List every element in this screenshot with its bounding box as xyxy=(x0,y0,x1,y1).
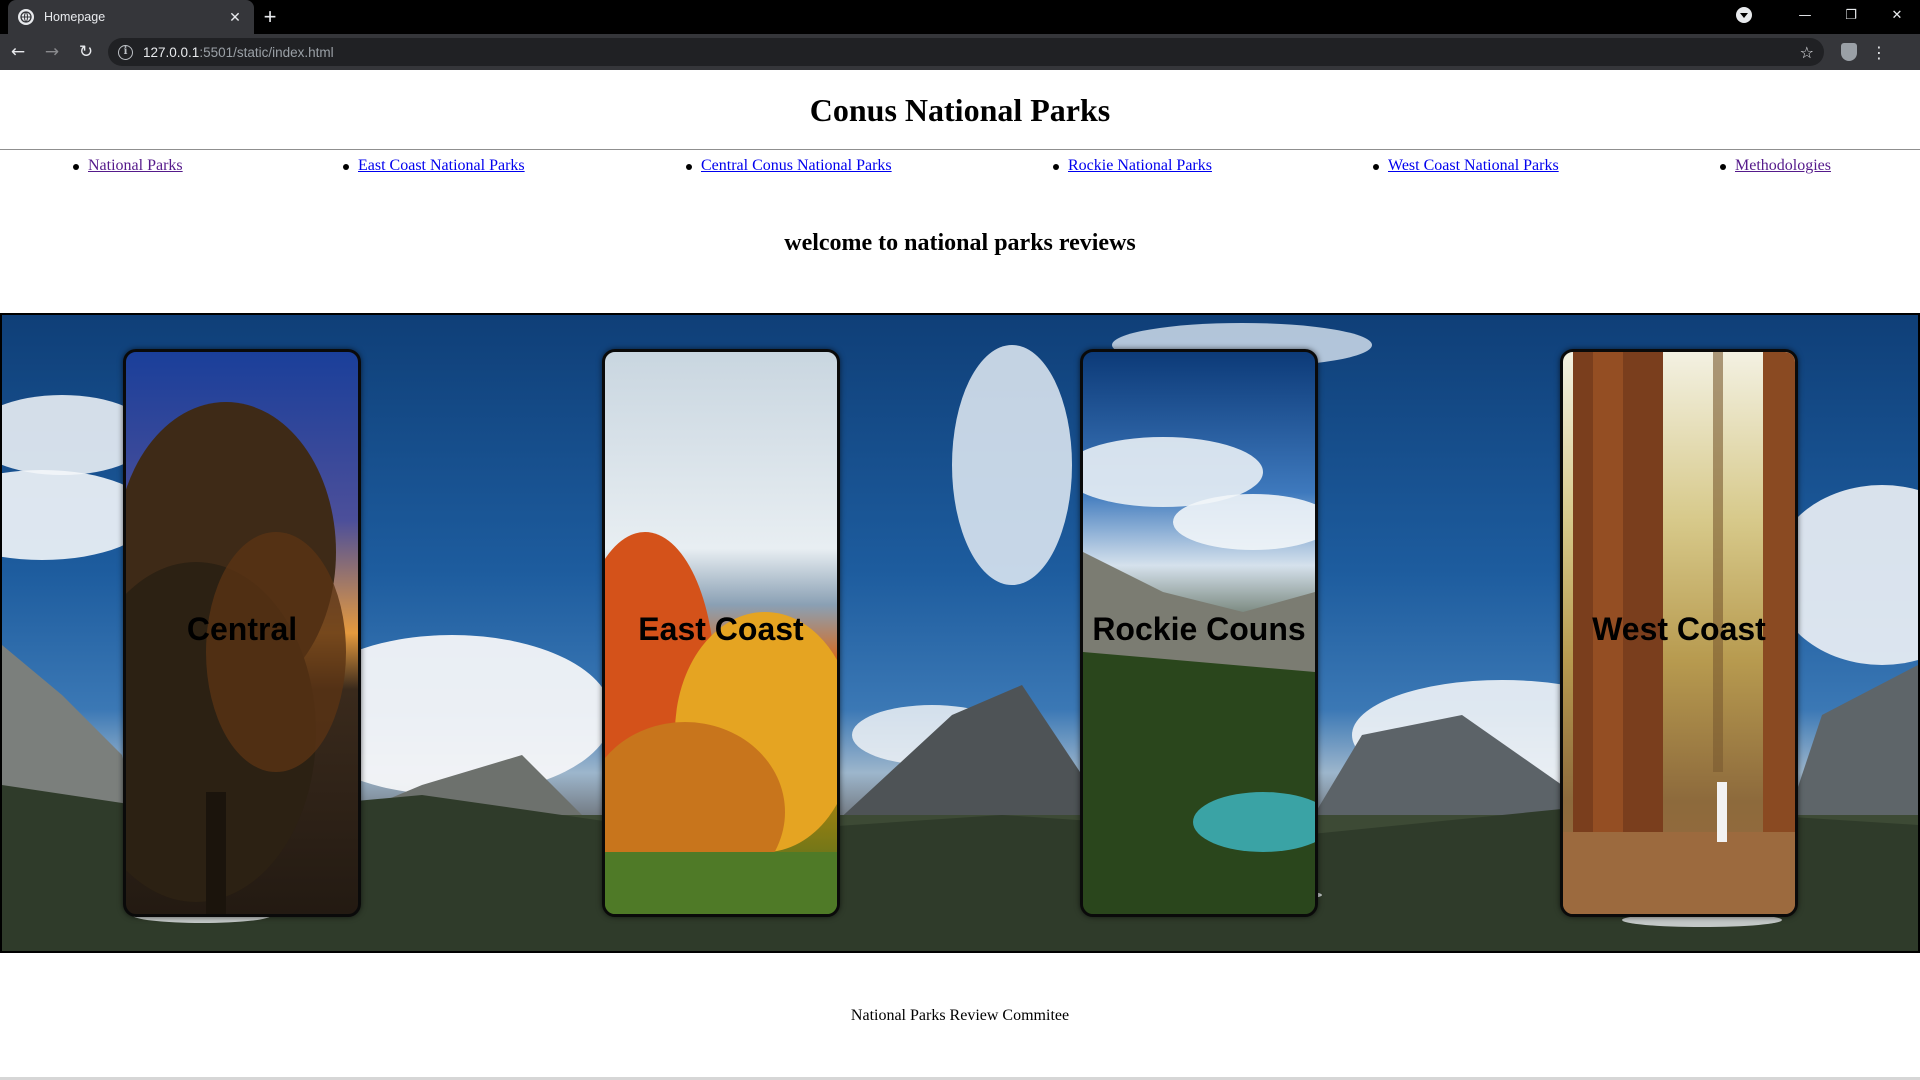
nav-link-central-conus[interactable]: Central Conus National Parks xyxy=(701,157,892,174)
window-controls: — ❐ ✕ xyxy=(1736,0,1920,30)
card-label: Rockie Couns xyxy=(1092,610,1306,647)
extension-shield-icon[interactable] xyxy=(1834,37,1864,67)
browser-tab[interactable]: Homepage ✕ xyxy=(8,0,254,34)
tab-title: Homepage xyxy=(44,10,106,24)
nav-item: West Coast National Parks xyxy=(1373,157,1559,175)
hero-banner: Central East Coast Rockie Couns West Coa… xyxy=(0,313,1920,953)
url-path: :5501/static/index.html xyxy=(199,44,334,60)
welcome-heading: welcome to national parks reviews xyxy=(784,230,1136,256)
nav-item: Central Conus National Parks xyxy=(686,157,892,175)
nav-link-national-parks[interactable]: National Parks xyxy=(88,157,183,174)
main-nav: National Parks East Coast National Parks… xyxy=(0,151,1920,181)
restore-button[interactable]: ❐ xyxy=(1828,0,1874,30)
reload-icon[interactable]: ↻ xyxy=(70,36,102,68)
card-central[interactable]: Central xyxy=(123,349,361,917)
page-content: Conus National Parks National Parks East… xyxy=(0,70,1920,1080)
globe-icon xyxy=(18,9,34,25)
profile-dropdown-icon[interactable] xyxy=(1736,7,1752,23)
nav-link-methodologies[interactable]: Methodologies xyxy=(1735,157,1831,174)
nav-link-rockie[interactable]: Rockie National Parks xyxy=(1068,157,1212,174)
bookmark-star-icon[interactable]: ☆ xyxy=(1800,43,1814,62)
card-label: West Coast xyxy=(1592,610,1766,647)
url-host: 127.0.0.1 xyxy=(143,44,200,60)
card-label: East Coast xyxy=(638,610,804,647)
close-tab-icon[interactable]: ✕ xyxy=(226,8,244,26)
nav-item: East Coast National Parks xyxy=(343,157,525,175)
back-arrow-icon[interactable]: ← xyxy=(2,36,34,68)
forward-arrow-icon[interactable]: → xyxy=(36,36,68,68)
page-title: Conus National Parks xyxy=(809,92,1111,128)
site-header: Conus National Parks xyxy=(0,70,1920,150)
new-tab-button[interactable]: + xyxy=(258,6,282,30)
info-icon[interactable]: i xyxy=(118,44,133,60)
address-bar[interactable]: i 127.0.0.1:5501/static/index.html ☆ xyxy=(108,38,1824,66)
card-east-coast[interactable]: East Coast xyxy=(602,349,840,917)
browser-toolbar: ← → ↻ i 127.0.0.1:5501/static/index.html… xyxy=(0,34,1920,70)
browser-tabstrip: Homepage ✕ + — ❐ ✕ xyxy=(0,0,1920,34)
nav-item: Rockie National Parks xyxy=(1053,157,1212,175)
nav-link-east-coast[interactable]: East Coast National Parks xyxy=(358,157,525,174)
card-west-coast[interactable]: West Coast xyxy=(1560,349,1798,917)
footer-text: National Parks Review Commitee xyxy=(850,1007,1070,1024)
minimize-button[interactable]: — xyxy=(1782,0,1828,30)
window-close-button[interactable]: ✕ xyxy=(1874,0,1920,30)
nav-item: Methodologies xyxy=(1720,157,1831,175)
browser-menu-icon[interactable]: ⋮ xyxy=(1864,37,1894,67)
card-rockie[interactable]: Rockie Couns xyxy=(1080,349,1318,917)
nav-link-west-coast[interactable]: West Coast National Parks xyxy=(1388,157,1559,174)
card-label: Central xyxy=(186,610,298,647)
nav-item: National Parks xyxy=(73,157,183,175)
